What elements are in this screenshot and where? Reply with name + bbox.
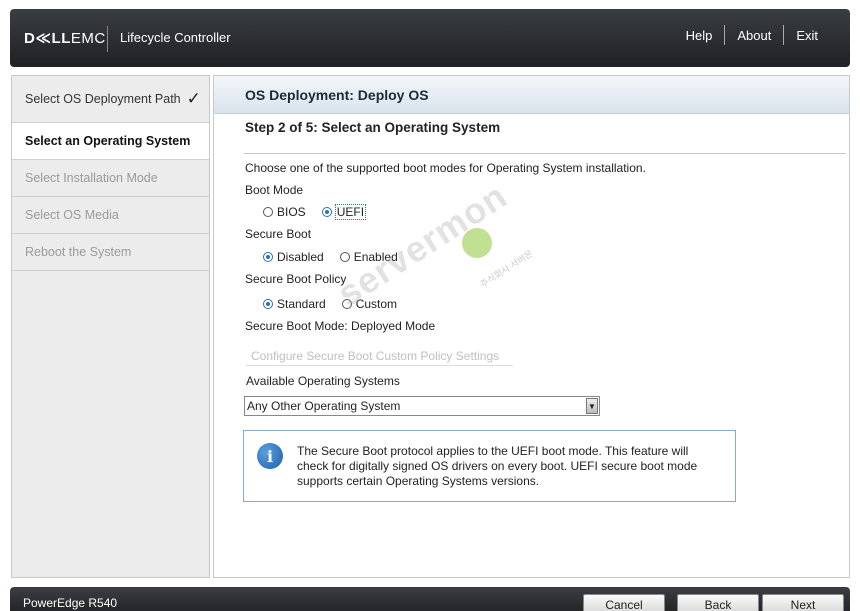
boot-mode-uefi-option[interactable]: UEFI xyxy=(321,204,367,220)
next-button[interactable]: Next xyxy=(762,594,844,611)
configure-custom-policy-button: Configure Secure Boot Custom Policy Sett… xyxy=(246,349,513,366)
info-message-box: i The Secure Boot protocol applies to th… xyxy=(243,430,736,502)
sidebar-item-select-os[interactable]: Select an Operating System xyxy=(12,123,209,160)
standard-label: Standard xyxy=(277,297,326,311)
bios-label: BIOS xyxy=(277,205,306,219)
available-os-select[interactable]: Any Other Operating System ▼ xyxy=(244,396,600,416)
policy-standard-option[interactable]: Standard xyxy=(263,297,326,311)
wizard-sidebar: Select OS Deployment Path ✓ Select an Op… xyxy=(11,75,210,578)
secure-boot-policy-group: Standard Custom xyxy=(263,297,413,311)
sidebar-item-label: Reboot the System xyxy=(25,245,132,259)
standard-radio[interactable] xyxy=(263,299,273,309)
boot-mode-label: Boot Mode xyxy=(245,183,304,197)
enabled-label: Enabled xyxy=(353,250,398,264)
secure-boot-mode-text: Secure Boot Mode: Deployed Mode xyxy=(245,319,436,333)
header-links: Help About Exit xyxy=(674,25,830,45)
sidebar-item-label: Select OS Deployment Path xyxy=(25,92,181,106)
uefi-radio[interactable] xyxy=(321,207,332,217)
header-divider xyxy=(107,26,108,52)
back-button[interactable]: Back xyxy=(677,594,759,611)
boot-mode-bios-option[interactable]: BIOS xyxy=(263,205,306,219)
dropdown-arrow-icon[interactable]: ▼ xyxy=(586,398,598,414)
sidebar-item-os-deployment-path[interactable]: Select OS Deployment Path ✓ xyxy=(12,76,209,123)
main-panel: OS Deployment: Deploy OS Step 2 of 5: Se… xyxy=(213,75,850,578)
secure-boot-group: Disabled Enabled xyxy=(263,250,414,264)
sidebar-item-reboot: Reboot the System xyxy=(12,234,209,271)
enabled-radio[interactable] xyxy=(339,252,350,262)
boot-mode-group: BIOS UEFI xyxy=(263,204,381,220)
policy-custom-option[interactable]: Custom xyxy=(341,297,398,311)
secure-boot-policy-label: Secure Boot Policy xyxy=(245,272,347,286)
about-link[interactable]: About xyxy=(725,28,783,43)
intro-text: Choose one of the supported boot modes f… xyxy=(245,161,646,175)
sidebar-item-installation-mode: Select Installation Mode xyxy=(12,160,209,197)
server-model: PowerEdge R540 xyxy=(23,596,118,610)
checkmark-icon: ✓ xyxy=(186,89,201,108)
selected-os-value: Any Other Operating System xyxy=(247,399,401,413)
bios-radio[interactable] xyxy=(263,207,273,217)
bottom-footer: PowerEdge R540 Cancel Back Next xyxy=(10,587,850,611)
sidebar-item-os-media: Select OS Media xyxy=(12,197,209,234)
app-title: Lifecycle Controller xyxy=(120,30,231,45)
divider xyxy=(244,153,846,154)
page-title: OS Deployment: Deploy OS xyxy=(214,76,849,114)
custom-radio[interactable] xyxy=(341,299,352,309)
exit-link[interactable]: Exit xyxy=(784,28,830,43)
step-title: Step 2 of 5: Select an Operating System xyxy=(245,120,501,135)
info-icon: i xyxy=(257,443,283,469)
disabled-label: Disabled xyxy=(277,250,324,264)
secure-boot-label: Secure Boot xyxy=(245,227,312,241)
available-os-label: Available Operating Systems xyxy=(246,374,400,388)
sidebar-item-label: Select an Operating System xyxy=(25,134,191,148)
dell-emc-logo: D≪LLEMC xyxy=(24,30,106,47)
top-header: D≪LLEMC Lifecycle Controller Help About … xyxy=(10,9,850,67)
info-text: The Secure Boot protocol applies to the … xyxy=(297,444,698,488)
sidebar-item-label: Select OS Media xyxy=(25,208,119,222)
disabled-radio[interactable] xyxy=(263,252,273,262)
secure-boot-enabled-option[interactable]: Enabled xyxy=(339,250,398,264)
custom-label: Custom xyxy=(355,297,398,311)
uefi-label: UEFI xyxy=(334,204,367,220)
help-link[interactable]: Help xyxy=(674,28,725,43)
secure-boot-disabled-option[interactable]: Disabled xyxy=(263,250,324,264)
sidebar-item-label: Select Installation Mode xyxy=(25,171,158,185)
cancel-button[interactable]: Cancel xyxy=(583,594,665,611)
